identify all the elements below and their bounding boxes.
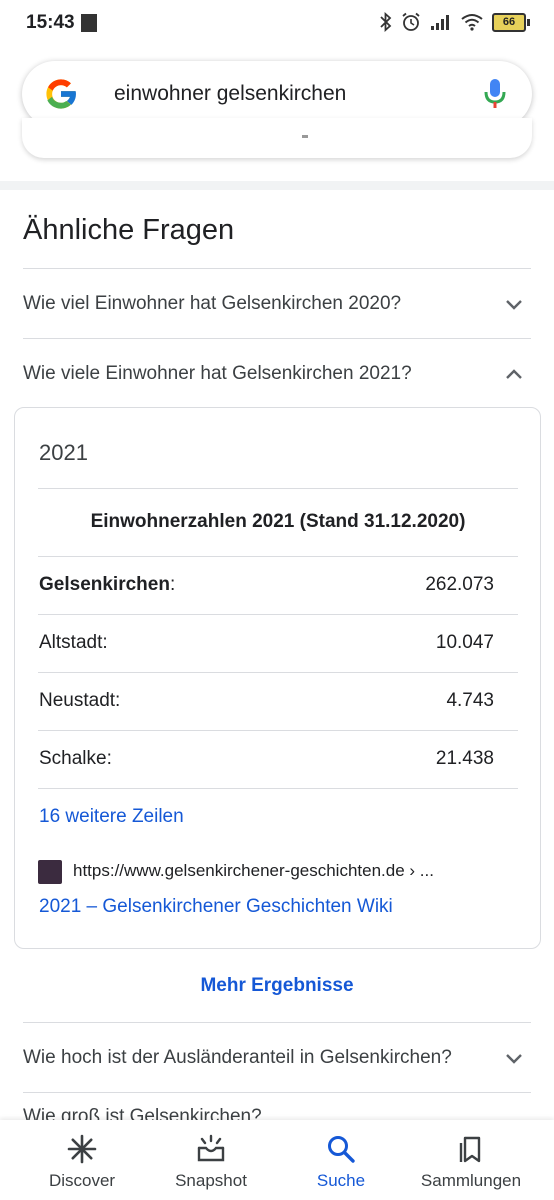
table-row-label: Schalke: (39, 748, 112, 769)
chevron-down-icon (506, 300, 522, 310)
related-questions-title: Ähnliche Fragen (23, 214, 235, 246)
nav-collections[interactable]: Sammlungen (402, 1120, 540, 1200)
table-row-value: 262.073 (425, 574, 494, 595)
signal-icon (431, 15, 449, 30)
bluetooth-icon (380, 12, 392, 32)
collections-bookmark-icon (459, 1136, 481, 1163)
table-row-value: 4.743 (446, 690, 494, 711)
answer-heading: 2021 (39, 440, 88, 465)
related-question-text: Wie viel Einwohner hat Gelsenkirchen 202… (23, 293, 402, 314)
battery-icon: 66 (492, 12, 530, 32)
nav-discover[interactable]: Discover (13, 1120, 151, 1200)
search-icon (328, 1136, 355, 1163)
related-question[interactable]: Wie viel Einwohner hat Gelsenkirchen 202… (23, 268, 531, 338)
source-favicon (38, 860, 62, 884)
table-row-label: Neustadt: (39, 690, 121, 711)
table-caption: Einwohnerzahlen 2021 (Stand 31.12.2020) (90, 511, 466, 532)
source-url[interactable]: https://www.gelsenkirchener-geschichten.… (73, 861, 434, 881)
previous-card-bottom (22, 118, 532, 158)
discover-asterisk-icon (67, 1134, 97, 1164)
question-divider (23, 1092, 531, 1094)
section-separator (0, 181, 554, 190)
search-input[interactable]: einwohner gelsenkirchen (114, 82, 346, 106)
nav-snapshot[interactable]: Snapshot (142, 1120, 280, 1200)
chevron-down-icon (506, 1054, 522, 1064)
table-divider (38, 488, 518, 489)
nav-label: Suche (316, 1171, 366, 1190)
wifi-icon (461, 14, 483, 31)
notification-icon (81, 14, 97, 32)
more-results-button[interactable]: Mehr Ergebnisse (0, 975, 554, 997)
nav-label: Discover (48, 1171, 116, 1190)
table-row-value: 21.438 (435, 748, 494, 769)
table-row-label: Altstadt: (39, 632, 108, 653)
more-rows-link[interactable]: 16 weitere Zeilen (39, 806, 184, 828)
google-logo-icon (46, 79, 77, 109)
microphone-icon[interactable] (484, 78, 506, 110)
related-question-text: Wie viele Einwohner hat Gelsenkirchen 20… (23, 363, 412, 384)
nav-label: Snapshot (175, 1171, 247, 1190)
table-row-value: 10.047 (435, 632, 494, 653)
alarm-icon (402, 12, 420, 31)
bottom-navigation: Discover Snapshot Suche Sammlungen (0, 1120, 554, 1200)
nav-label: Sammlungen (420, 1171, 522, 1190)
answer-card: 2021 Einwohnerzahlen 2021 (Stand 31.12.2… (14, 407, 541, 949)
status-icons: 66 (380, 12, 530, 32)
status-time: 15:43 (26, 12, 75, 33)
table-divider (38, 556, 518, 557)
source-title-link[interactable]: 2021 – Gelsenkirchener Geschichten Wiki (39, 896, 393, 918)
related-question-text: Wie hoch ist der Ausländeranteil in Gels… (23, 1047, 452, 1068)
related-question-expanded[interactable]: Wie viele Einwohner hat Gelsenkirchen 20… (23, 338, 531, 407)
status-bar: 15:43 66 (0, 0, 554, 48)
related-question[interactable]: Wie hoch ist der Ausländeranteil in Gels… (23, 1022, 531, 1093)
chevron-up-icon (506, 369, 522, 379)
table-row-label: Gelsenkirchen (39, 574, 170, 595)
battery-level: 66 (492, 12, 526, 32)
nav-search[interactable]: Suche (272, 1120, 410, 1200)
snapshot-tray-icon (197, 1134, 225, 1162)
